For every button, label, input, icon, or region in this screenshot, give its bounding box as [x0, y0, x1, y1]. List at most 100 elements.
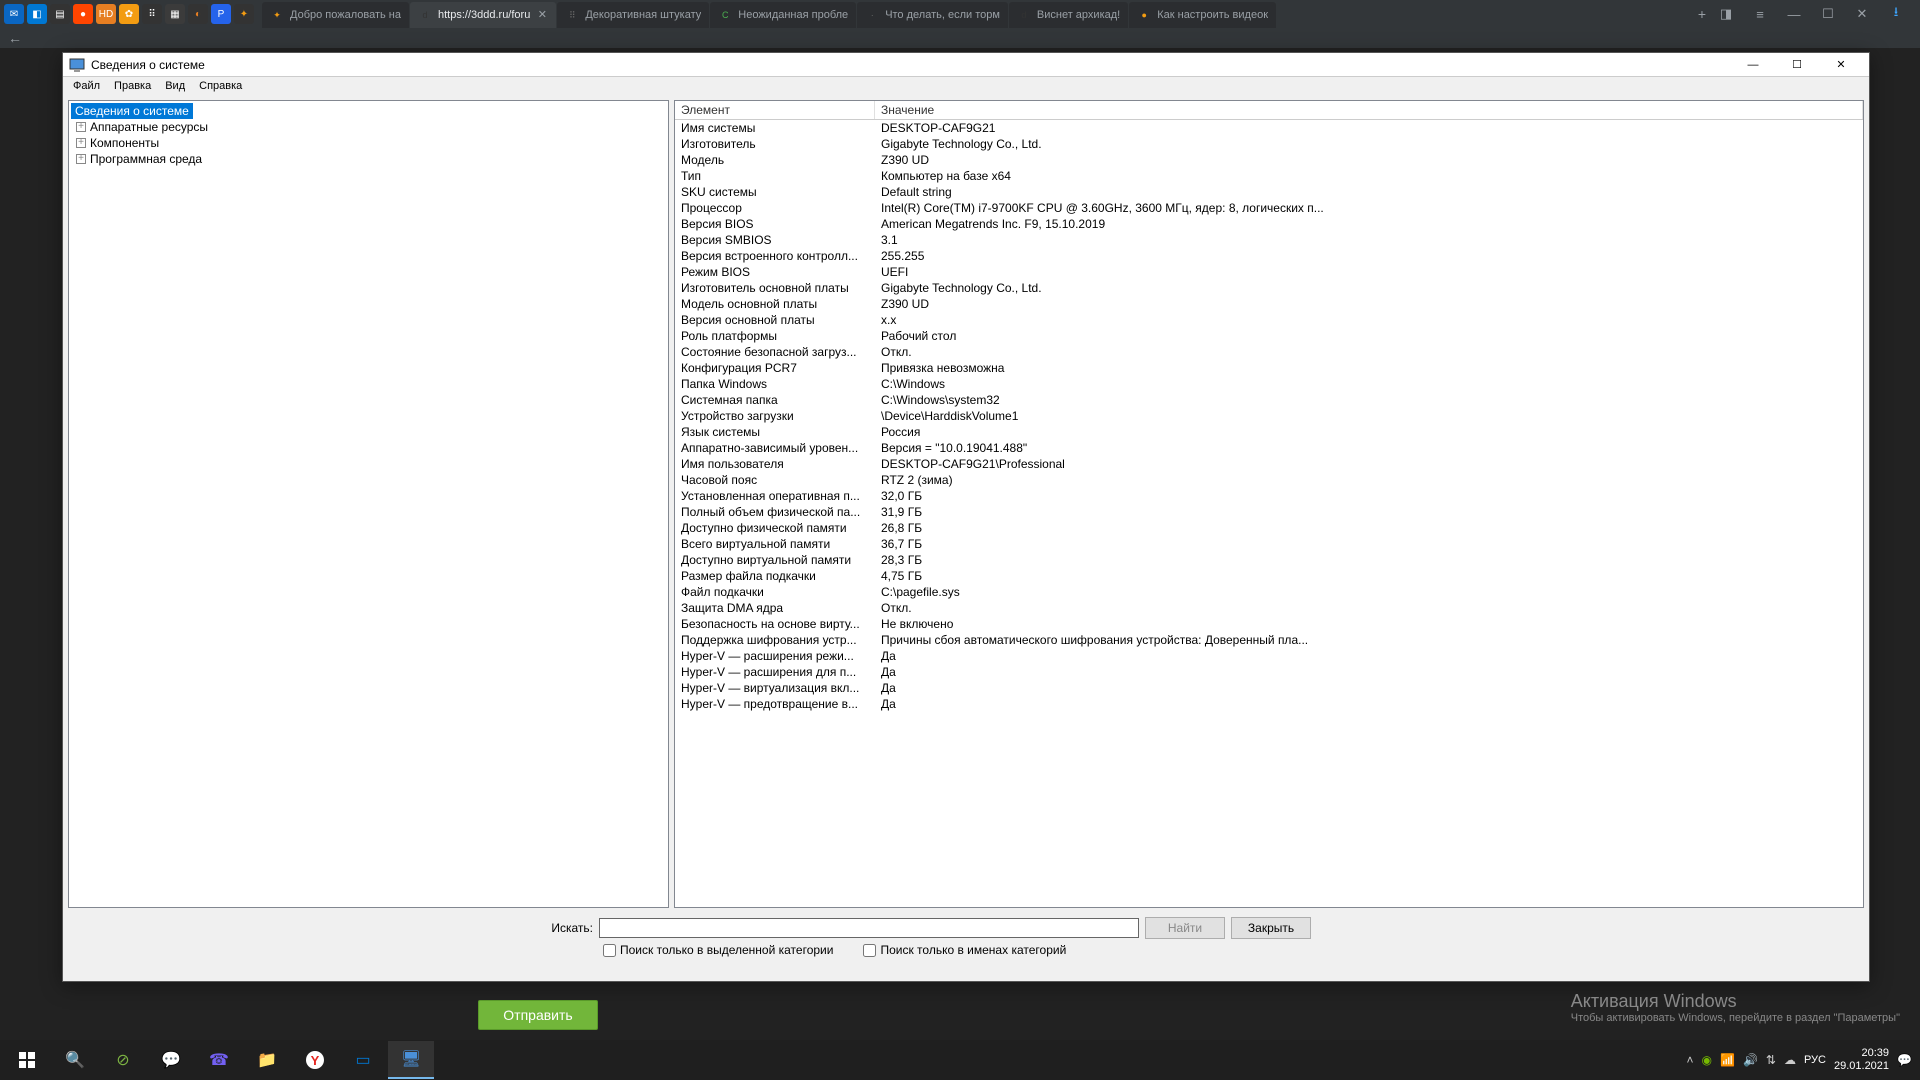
- download-icon[interactable]: ⭳: [1884, 3, 1908, 25]
- list-row[interactable]: Папка WindowsC:\Windows: [675, 376, 1863, 392]
- taskbar-app[interactable]: 💬: [148, 1041, 194, 1079]
- menu-item[interactable]: Файл: [67, 79, 106, 93]
- new-tab-button[interactable]: +: [1690, 2, 1714, 26]
- tray-dropbox-icon[interactable]: ⇅: [1766, 1053, 1776, 1067]
- window-close-icon[interactable]: ✕: [1850, 6, 1874, 22]
- expand-icon[interactable]: +: [76, 154, 86, 164]
- list-row[interactable]: Hyper-V — расширения для п...Да: [675, 664, 1863, 680]
- category-tree[interactable]: Сведения о системе +Аппаратные ресурсы+К…: [68, 100, 669, 908]
- tree-node[interactable]: +Аппаратные ресурсы: [71, 119, 666, 135]
- taskbar-app-active[interactable]: 🖥: [388, 1041, 434, 1079]
- window-minimize-icon[interactable]: —: [1782, 7, 1806, 22]
- ext-icon[interactable]: ▦: [165, 4, 185, 24]
- list-row[interactable]: Размер файла подкачки4,75 ГБ: [675, 568, 1863, 584]
- ext-icon[interactable]: ✉: [4, 4, 24, 24]
- tray-volume-icon[interactable]: 🔊: [1743, 1053, 1758, 1067]
- chk-category-names[interactable]: Поиск только в именах категорий: [863, 943, 1066, 957]
- ext-icon[interactable]: ▤: [50, 4, 70, 24]
- header-value[interactable]: Значение: [875, 101, 1863, 119]
- tab-close-icon[interactable]: ✕: [536, 9, 548, 21]
- list-row[interactable]: Поддержка шифрования устр...Причины сбоя…: [675, 632, 1863, 648]
- list-row[interactable]: Изготовитель основной платыGigabyte Tech…: [675, 280, 1863, 296]
- list-row[interactable]: Версия встроенного контролл...255.255: [675, 248, 1863, 264]
- ext-icon[interactable]: ◧: [27, 4, 47, 24]
- list-row[interactable]: Имя системыDESKTOP-CAF9G21: [675, 120, 1863, 136]
- list-row[interactable]: ПроцессорIntel(R) Core(TM) i7-9700KF CPU…: [675, 200, 1863, 216]
- taskbar-app[interactable]: ⊘: [100, 1041, 146, 1079]
- list-row[interactable]: Модель основной платыZ390 UD: [675, 296, 1863, 312]
- list-row[interactable]: Версия BIOSAmerican Megatrends Inc. F9, …: [675, 216, 1863, 232]
- chk-selected-category[interactable]: Поиск только в выделенной категории: [603, 943, 833, 957]
- browser-tab[interactable]: dhttps://3ddd.ru/foru✕: [410, 2, 556, 28]
- list-row[interactable]: Hyper-V — виртуализация вкл...Да: [675, 680, 1863, 696]
- start-button[interactable]: [4, 1041, 50, 1079]
- list-row[interactable]: Всего виртуальной памяти36,7 ГБ: [675, 536, 1863, 552]
- list-row[interactable]: МодельZ390 UD: [675, 152, 1863, 168]
- search-button[interactable]: 🔍: [52, 1041, 98, 1079]
- header-element[interactable]: Элемент: [675, 101, 875, 119]
- close-button[interactable]: ✕: [1819, 53, 1863, 76]
- maximize-button[interactable]: ☐: [1775, 53, 1819, 76]
- list-row[interactable]: Доступно виртуальной памяти28,3 ГБ: [675, 552, 1863, 568]
- browser-tab[interactable]: ·Что делать, если торм: [857, 2, 1008, 28]
- list-row[interactable]: Hyper-V — расширения режи...Да: [675, 648, 1863, 664]
- list-row[interactable]: Безопасность на основе вирту...Не включе…: [675, 616, 1863, 632]
- taskbar-app[interactable]: Y: [292, 1041, 338, 1079]
- expand-icon[interactable]: +: [76, 122, 86, 132]
- taskbar-app[interactable]: ▭: [340, 1041, 386, 1079]
- tray-up-icon[interactable]: ˄: [1686, 1053, 1693, 1067]
- list-row[interactable]: Установленная оперативная п...32,0 ГБ: [675, 488, 1863, 504]
- search-close-button[interactable]: Закрыть: [1231, 917, 1311, 939]
- menu-item[interactable]: Правка: [108, 79, 157, 93]
- info-list[interactable]: Элемент Значение Имя системыDESKTOP-CAF9…: [674, 100, 1864, 908]
- search-input[interactable]: [599, 918, 1139, 938]
- tree-root[interactable]: Сведения о системе: [71, 103, 193, 119]
- browser-tab[interactable]: ✦Добро пожаловать на: [262, 2, 409, 28]
- list-row[interactable]: Hyper-V — предотвращение в...Да: [675, 696, 1863, 712]
- ext-icon[interactable]: ⠿: [142, 4, 162, 24]
- tray-lang[interactable]: РУС: [1804, 1054, 1826, 1066]
- browser-tab[interactable]: dВиснет архикад!: [1009, 2, 1128, 28]
- list-row[interactable]: Полный объем физической па...31,9 ГБ: [675, 504, 1863, 520]
- list-row[interactable]: SKU системыDefault string: [675, 184, 1863, 200]
- list-row[interactable]: Роль платформыРабочий стол: [675, 328, 1863, 344]
- send-button[interactable]: Отправить: [478, 1000, 598, 1030]
- list-row[interactable]: ИзготовительGigabyte Technology Co., Ltd…: [675, 136, 1863, 152]
- list-row[interactable]: Аппаратно-зависимый уровен...Версия = "1…: [675, 440, 1863, 456]
- tray-network-icon[interactable]: 📶: [1720, 1053, 1735, 1067]
- list-row[interactable]: Язык системыРоссия: [675, 424, 1863, 440]
- minimize-button[interactable]: —: [1731, 53, 1775, 76]
- tray-nvidia-icon[interactable]: ◉: [1702, 1053, 1712, 1067]
- browser-tab[interactable]: ⠿Декоративная штукату: [557, 2, 709, 28]
- list-row[interactable]: Доступно физической памяти26,8 ГБ: [675, 520, 1863, 536]
- list-row[interactable]: Файл подкачкиC:\pagefile.sys: [675, 584, 1863, 600]
- expand-icon[interactable]: +: [76, 138, 86, 148]
- find-button[interactable]: Найти: [1145, 917, 1225, 939]
- browser-tab[interactable]: CНеожиданная пробле: [710, 2, 856, 28]
- list-row[interactable]: Имя пользователяDESKTOP-CAF9G21\Professi…: [675, 456, 1863, 472]
- list-row[interactable]: Защита DMA ядраОткл.: [675, 600, 1863, 616]
- menu-item[interactable]: Справка: [193, 79, 248, 93]
- list-row[interactable]: ТипКомпьютер на базе x64: [675, 168, 1863, 184]
- taskbar-app[interactable]: ☎: [196, 1041, 242, 1079]
- tree-node[interactable]: +Программная среда: [71, 151, 666, 167]
- ext-icon[interactable]: ✿: [119, 4, 139, 24]
- ext-icon[interactable]: ✦: [234, 4, 254, 24]
- tab-overview-icon[interactable]: ◨: [1714, 6, 1738, 22]
- list-row[interactable]: Версия основной платыx.x: [675, 312, 1863, 328]
- list-row[interactable]: Конфигурация PCR7Привязка невозможна: [675, 360, 1863, 376]
- ext-icon[interactable]: P: [211, 4, 231, 24]
- back-button[interactable]: ←: [8, 30, 36, 46]
- tray-onedrive-icon[interactable]: ☁: [1784, 1053, 1796, 1067]
- list-row[interactable]: Устройство загрузки\Device\HarddiskVolum…: [675, 408, 1863, 424]
- menu-item[interactable]: Вид: [159, 79, 191, 93]
- ext-icon[interactable]: ◐: [188, 4, 208, 24]
- tray-notifications-icon[interactable]: 💬: [1897, 1053, 1912, 1067]
- tree-node[interactable]: +Компоненты: [71, 135, 666, 151]
- taskbar-app[interactable]: 📁: [244, 1041, 290, 1079]
- list-row[interactable]: Версия SMBIOS3.1: [675, 232, 1863, 248]
- list-row[interactable]: Системная папкаC:\Windows\system32: [675, 392, 1863, 408]
- browser-menu-icon[interactable]: ≡: [1748, 7, 1772, 22]
- window-titlebar[interactable]: Сведения о системе — ☐ ✕: [63, 53, 1869, 77]
- ext-icon[interactable]: HD: [96, 4, 116, 24]
